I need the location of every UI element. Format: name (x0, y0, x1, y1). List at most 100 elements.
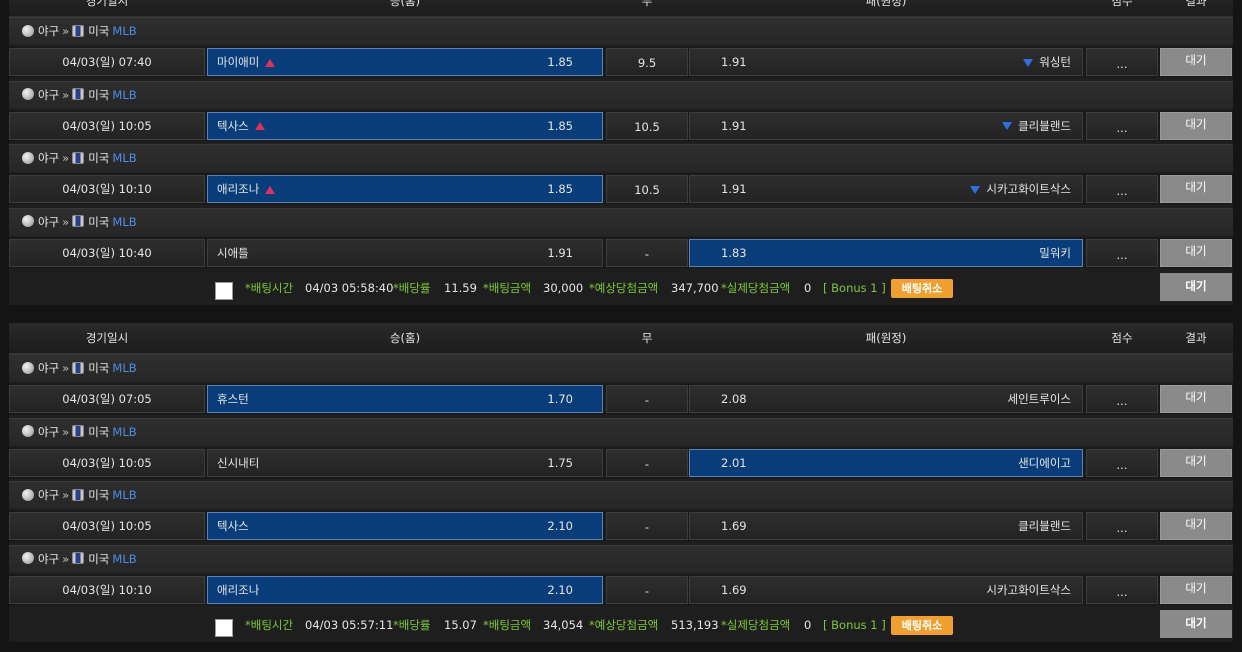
league-name[interactable]: MLB (112, 552, 136, 566)
game-row: 04/03(일) 10:40 시애틀 1.91 - 1.83 밀워키... 대기 (9, 236, 1233, 269)
away-odds: 1.91 (721, 182, 747, 196)
home-odds-button[interactable]: 텍사스 2.10 (207, 512, 603, 540)
home-team-name: 텍사스 (217, 513, 249, 539)
bet-slip: 경기일시 승(홈) 무 패(원정) 점수 결과 야구» 미국 MLB 04/03(일) 07:40… (9, 0, 1233, 305)
odds-down-icon (970, 185, 981, 194)
game-result: 대기 (1160, 175, 1232, 203)
game-row: 04/03(일) 10:10 애리조나 2.10 - 1.69 시카고화이트삭스... 대기 (9, 573, 1233, 606)
game-score: ... (1086, 448, 1158, 477)
baseball-icon (22, 215, 34, 227)
baseball-icon (22, 88, 34, 100)
draw-odds-button[interactable]: - (606, 575, 688, 604)
header-draw: 무 (641, 0, 653, 8)
bet-summary: *배팅시간 04/03 05:58:40 *배당률 11.59 *배팅금액 30,000 *… (9, 271, 1233, 303)
game-result: 대기 (1160, 512, 1232, 540)
home-odds: 1.70 (547, 392, 573, 406)
league-name[interactable]: MLB (112, 151, 136, 165)
game-row: 04/03(일) 10:10 애리조나 1.85 10.5 1.91 시카고화이트삭스..… (9, 173, 1233, 205)
game-result: 대기 (1160, 111, 1232, 140)
odds-up-icon (254, 122, 265, 130)
league-path: 야구» 미국 MLB (22, 145, 137, 172)
header-result: 결과 (1185, 0, 1207, 8)
game-datetime: 04/03(일) 10:05 (9, 111, 205, 140)
away-odds-button[interactable]: 1.83 밀워키 (689, 238, 1083, 267)
away-odds-button[interactable]: 1.69 시카고화이트삭스 (689, 575, 1083, 604)
league-name[interactable]: MLB (112, 24, 136, 38)
draw-odds-button[interactable]: - (606, 385, 688, 413)
league-path: 야구» 미국 MLB (22, 419, 137, 446)
league-country: 미국 (88, 151, 110, 165)
league-separator: » (62, 551, 70, 566)
home-team-label: 휴스턴 (217, 392, 249, 406)
away-team-name: 밀워키 (1039, 240, 1071, 266)
expected-label: *예상당첨금액 (589, 281, 659, 295)
game-result: 대기 (1160, 448, 1232, 477)
game-datetime: 04/03(일) 10:10 (9, 575, 205, 604)
baseball-icon (22, 24, 34, 37)
usa-flag-icon (72, 88, 85, 100)
game-datetime: 04/03(일) 10:40 (9, 238, 205, 267)
away-odds-button[interactable]: 1.91 워싱턴 (689, 48, 1083, 76)
league-row: 야구» 미국 MLB (9, 481, 1233, 509)
home-odds: 1.85 (547, 118, 573, 133)
game-row: 04/03(일) 10:05 신시내티 1.75 - 2.01 샌디에이고... 대기 (9, 446, 1233, 479)
home-odds-button[interactable]: 텍사스 1.85 (207, 111, 603, 140)
league-row: 야구» 미국 MLB (9, 417, 1233, 446)
table-header: 경기일시 승(홈) 무 패(원정) 점수 결과 (9, 323, 1233, 354)
league-separator: » (62, 424, 70, 439)
home-odds-button[interactable]: 신시내티 1.75 (207, 448, 603, 477)
cancel-bet-button[interactable]: 배팅취소 (891, 616, 953, 635)
league-name[interactable]: MLB (112, 361, 136, 375)
odds-down-icon (1023, 58, 1034, 67)
select-checkbox[interactable] (215, 282, 233, 300)
league-name[interactable]: MLB (112, 88, 136, 102)
league-separator: » (62, 151, 70, 165)
draw-odds-button[interactable]: 10.5 (606, 111, 688, 140)
game-row: 04/03(일) 10:05 텍사스 1.85 10.5 1.91 클리블랜드... 대기 (9, 109, 1233, 142)
home-team-label: 애리조나 (217, 182, 260, 196)
draw-odds-button[interactable]: - (606, 448, 688, 477)
home-odds-button[interactable]: 휴스턴 1.70 (207, 385, 603, 413)
away-odds-button[interactable]: 2.01 샌디에이고 (689, 448, 1083, 477)
away-odds-button[interactable]: 1.91 클리블랜드 (689, 111, 1083, 140)
home-odds-button[interactable]: 마이애미 1.85 (207, 48, 603, 76)
home-odds: 1.75 (547, 455, 573, 470)
home-odds: 2.10 (547, 582, 573, 597)
league-name[interactable]: MLB (112, 425, 136, 439)
bet-amount: 30,000 (543, 281, 584, 295)
select-checkbox[interactable] (215, 619, 233, 637)
draw-odds-button[interactable]: - (606, 238, 688, 267)
away-team-name: 샌디에이고 (1018, 450, 1071, 476)
away-odds: 1.69 (721, 519, 747, 533)
total-odds: 15.07 (444, 618, 477, 632)
away-team-name: 클리블랜드 (1002, 113, 1071, 139)
home-team-label: 신시내티 (217, 455, 260, 470)
game-result: 대기 (1160, 48, 1232, 76)
league-path: 야구» 미국 MLB (22, 18, 137, 45)
game-score: ... (1086, 175, 1158, 203)
home-team-name: 신시내티 (217, 450, 259, 476)
league-name[interactable]: MLB (112, 215, 136, 229)
header-away: 패(원정) (865, 0, 907, 8)
amount-label: *배팅금액 (483, 281, 532, 295)
away-team-name: 시카고화이트삭스 (970, 176, 1071, 202)
away-team-label: 시카고화이트삭스 (986, 582, 1071, 597)
header-date: 경기일시 (85, 0, 129, 8)
draw-odds-button[interactable]: - (606, 512, 688, 540)
cancel-bet-button[interactable]: 배팅취소 (891, 279, 953, 298)
away-odds-button[interactable]: 2.08 세인트루이스 (689, 385, 1083, 413)
draw-odds-button[interactable]: 10.5 (606, 175, 688, 203)
home-odds-button[interactable]: 애리조나 1.85 (207, 175, 603, 203)
league-name[interactable]: MLB (112, 488, 136, 502)
game-result: 대기 (1160, 385, 1232, 413)
game-datetime: 04/03(일) 10:10 (9, 175, 205, 203)
home-team-name: 시애틀 (217, 240, 249, 266)
home-odds: 1.91 (547, 245, 573, 260)
usa-flag-icon (72, 215, 85, 227)
game-datetime: 04/03(일) 10:05 (9, 512, 205, 540)
away-odds-button[interactable]: 1.91 시카고화이트삭스 (689, 175, 1083, 203)
draw-odds-button[interactable]: 9.5 (606, 48, 688, 76)
home-odds-button[interactable]: 애리조나 2.10 (207, 575, 603, 604)
away-odds-button[interactable]: 1.69 클리블랜드 (689, 512, 1083, 540)
home-odds-button[interactable]: 시애틀 1.91 (207, 238, 603, 267)
